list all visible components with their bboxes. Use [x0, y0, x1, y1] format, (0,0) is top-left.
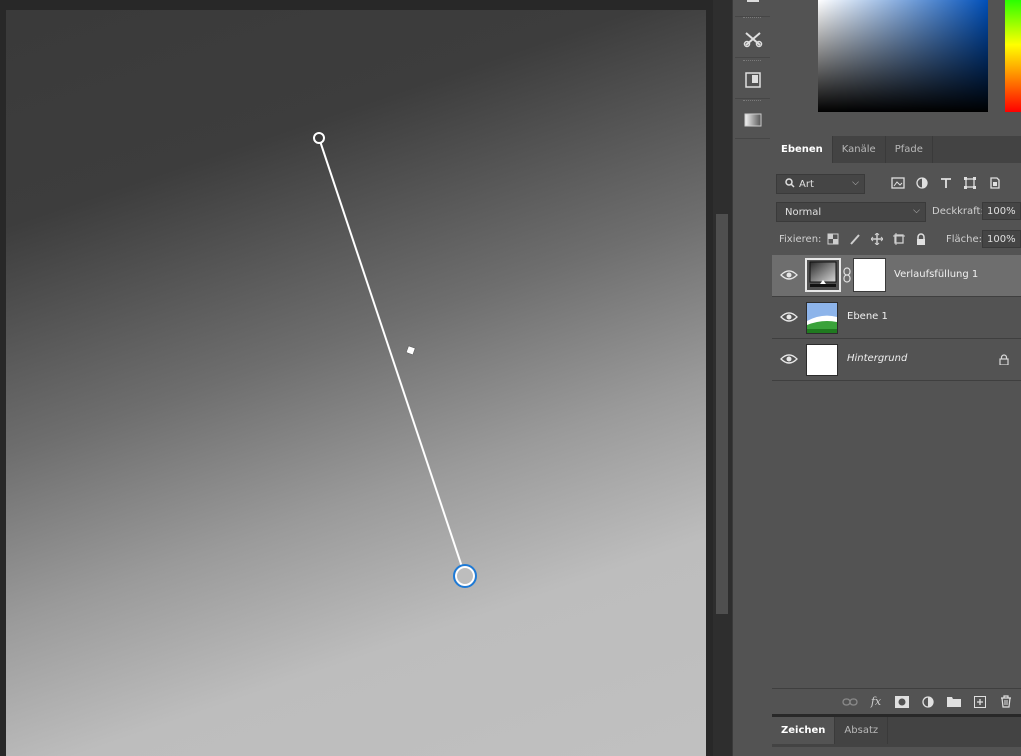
scrollbar-thumb[interactable] [716, 214, 728, 614]
search-icon [785, 177, 795, 191]
tab-layers[interactable]: Ebenen [772, 136, 833, 163]
filter-type-icon[interactable] [938, 175, 954, 191]
new-layer-icon[interactable] [971, 693, 989, 711]
character-panel-tabs: Zeichen Absatz [772, 714, 1021, 747]
lock-icon [999, 354, 1009, 368]
landscape-thumbnail-icon [807, 303, 837, 333]
lock-icons [825, 231, 929, 247]
link-layers-icon[interactable] [841, 693, 859, 711]
gradient-fill-thumbnail[interactable] [805, 258, 841, 292]
lock-transparency-icon[interactable] [825, 231, 841, 247]
lock-pixels-icon[interactable] [847, 231, 863, 247]
layers-footer-toolbar: fx [772, 688, 1021, 714]
document-canvas[interactable] [6, 10, 706, 756]
history-icon[interactable] [735, 0, 770, 17]
layer-name[interactable]: Verlaufsfüllung 1 [894, 269, 978, 280]
filter-adjustment-icon[interactable] [914, 175, 930, 191]
filter-pixel-icon[interactable] [890, 175, 906, 191]
lock-label: Fixieren: [779, 234, 822, 245]
eye-icon[interactable] [780, 268, 798, 282]
add-mask-icon[interactable] [893, 693, 911, 711]
eye-icon[interactable] [780, 310, 798, 324]
gradient-icon[interactable] [735, 102, 770, 139]
crop-tools-icon[interactable] [735, 21, 770, 58]
tab-character[interactable]: Zeichen [772, 717, 836, 744]
layer-row-ebene-1[interactable]: Ebene 1 [772, 297, 1021, 339]
eye-icon[interactable] [780, 352, 798, 366]
right-panel-dock: Ebenen Kanäle Pfade Art ⌵ Normal ⌵ Deckk… [772, 0, 1021, 756]
color-panel [772, 0, 1021, 134]
layer-filter-select[interactable]: Art ⌵ [776, 174, 865, 194]
panel-icon-strip [732, 0, 773, 756]
properties-icon[interactable] [735, 62, 770, 99]
gradient-start-handle[interactable] [313, 132, 325, 144]
lock-artboard-icon[interactable] [891, 231, 907, 247]
layer-name[interactable]: Hintergrund [847, 353, 907, 364]
fill-input[interactable]: 100% [982, 230, 1021, 248]
trash-icon[interactable] [997, 693, 1015, 711]
opacity-input[interactable]: 100% [982, 202, 1021, 220]
filter-shape-icon[interactable] [962, 175, 978, 191]
tab-channels[interactable]: Kanäle [833, 136, 886, 163]
hue-slider[interactable] [1005, 0, 1021, 112]
filter-kind-value: Art [799, 178, 814, 190]
layer-filter-icons [890, 175, 1002, 191]
opacity-label: Deckkraft: [932, 206, 984, 217]
link-icon[interactable] [843, 267, 851, 286]
lock-position-icon[interactable] [869, 231, 885, 247]
filter-smartobject-icon[interactable] [986, 175, 1002, 191]
tab-paths[interactable]: Pfade [886, 136, 933, 163]
adjustment-layer-icon[interactable] [919, 693, 937, 711]
gradient-midpoint-diamond[interactable] [405, 345, 416, 356]
layers-panel-tabs: Ebenen Kanäle Pfade [772, 136, 1021, 163]
color-field[interactable] [818, 0, 988, 112]
layer-row-background[interactable]: Hintergrund [772, 339, 1021, 381]
layer-mask-thumbnail[interactable] [853, 258, 886, 292]
fill-label: Fläche: [946, 234, 983, 245]
blend-mode-select[interactable]: Normal ⌵ [776, 202, 926, 222]
fx-icon[interactable]: fx [867, 693, 885, 711]
gradient-line[interactable] [318, 137, 466, 577]
layer-image-thumbnail[interactable] [806, 302, 838, 334]
tab-paragraph[interactable]: Absatz [835, 717, 889, 744]
layer-row-gradient-fill[interactable]: Verlaufsfüllung 1 [772, 255, 1021, 297]
folder-icon[interactable] [945, 693, 963, 711]
gradient-end-handle[interactable] [455, 566, 475, 586]
layers-list: Verlaufsfüllung 1 Ebene 1 Hintergrund [772, 255, 1021, 381]
lock-all-icon[interactable] [913, 231, 929, 247]
background-thumbnail[interactable] [806, 344, 838, 376]
document-workspace [0, 0, 713, 756]
gradient-overlay[interactable] [6, 10, 706, 756]
layer-name[interactable]: Ebene 1 [847, 311, 888, 322]
chevron-down-icon: ⌵ [852, 178, 859, 188]
chevron-down-icon: ⌵ [913, 206, 920, 216]
blend-mode-value: Normal [785, 206, 822, 218]
gradient-thumbnail-icon [809, 261, 837, 287]
vertical-scrollbar[interactable] [713, 0, 732, 756]
